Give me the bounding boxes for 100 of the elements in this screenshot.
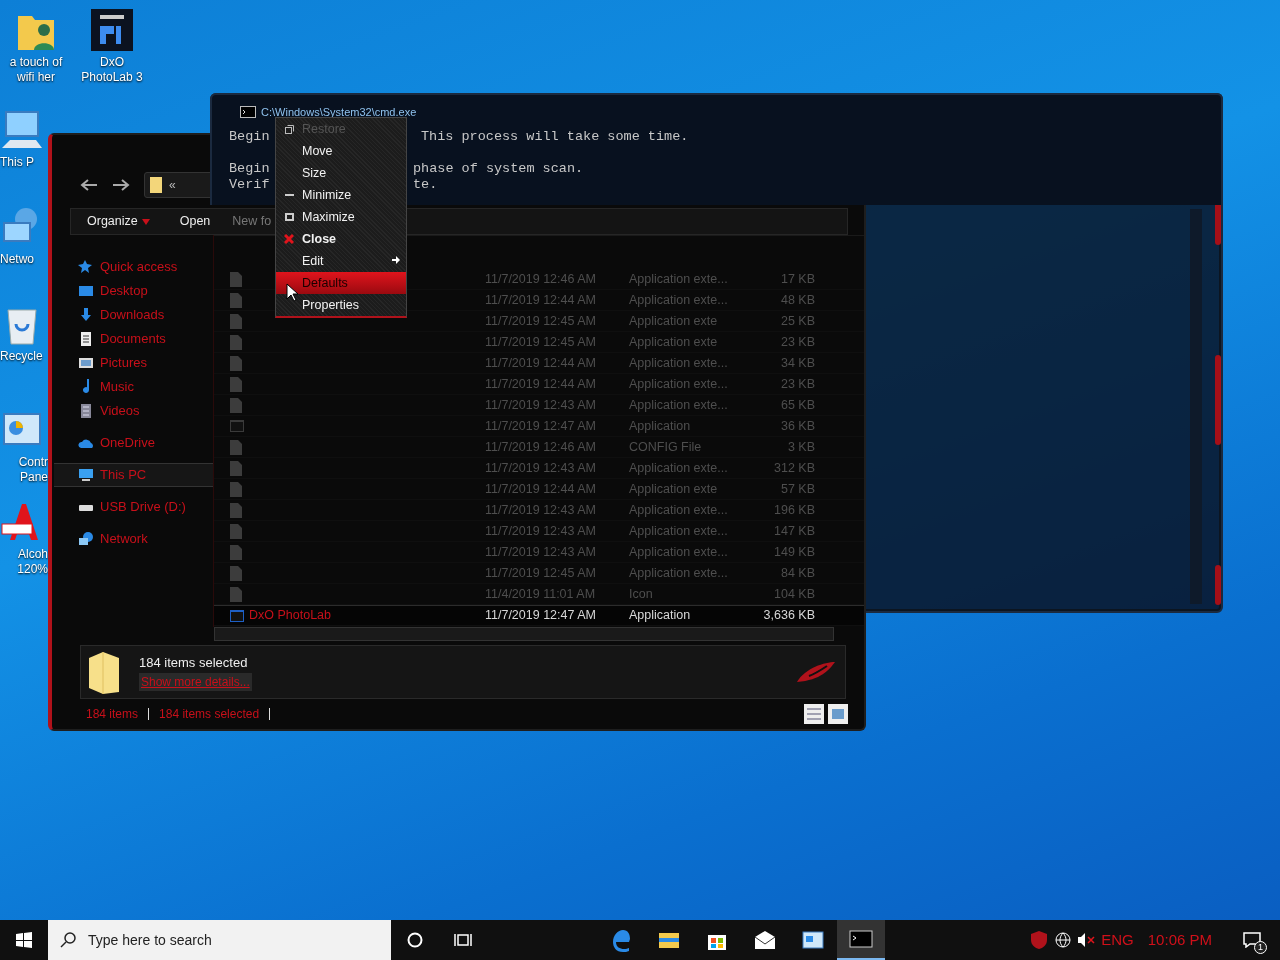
file-row[interactable]: 11/7/2019 12:45 AM Application exte... 84 KB xyxy=(214,563,864,584)
clock[interactable]: 10:06 PM xyxy=(1147,928,1212,952)
nav-item[interactable]: Music xyxy=(72,375,213,399)
file-size: 104 KB xyxy=(773,585,815,603)
file-row[interactable]: 11/7/2019 12:43 AM Application exte... 312 KB xyxy=(214,458,864,479)
menu-item[interactable]: Size xyxy=(276,162,406,184)
envelope-icon xyxy=(753,928,777,952)
icon-label: Contr Pane xyxy=(17,455,48,485)
date-modified: 11/4/2019 11:01 AM xyxy=(485,585,597,603)
circle-icon xyxy=(407,932,423,948)
shield-icon[interactable] xyxy=(1029,930,1050,950)
menu-item[interactable]: Close xyxy=(276,228,406,250)
music-note-icon xyxy=(82,379,90,395)
nav-item[interactable]: Quick access xyxy=(72,255,213,279)
thumbnail-view-icon[interactable] xyxy=(828,704,848,724)
file-type: Application exte... xyxy=(629,543,729,561)
file-row[interactable]: 11/7/2019 12:44 AM Application exte... 34 KB xyxy=(214,353,864,374)
nav-item[interactable]: Pictures xyxy=(72,351,213,375)
network-icon xyxy=(78,531,94,547)
file-type: Application xyxy=(629,417,692,435)
file-size: 23 KB xyxy=(779,375,815,393)
menu-item[interactable]: Minimize xyxy=(276,184,406,206)
menu-item[interactable]: Defaults xyxy=(276,272,406,294)
file-size: 196 KB xyxy=(773,501,815,519)
file-row[interactable]: 11/7/2019 12:44 AM Application exte 57 KB xyxy=(214,479,864,500)
date-modified: 11/7/2019 12:43 AM xyxy=(485,501,597,519)
file-size: 34 KB xyxy=(779,354,815,372)
file-type: Application exte... xyxy=(629,396,729,414)
console-text: Verif xyxy=(229,177,270,192)
terminal-icon xyxy=(240,106,256,118)
menu-item[interactable]: Edit xyxy=(276,250,406,272)
desktop-icon xyxy=(78,283,94,299)
document-icon xyxy=(78,331,94,347)
nav-item[interactable]: Desktop xyxy=(72,279,213,303)
app-icon xyxy=(230,608,244,623)
taskbar-app[interactable] xyxy=(837,920,885,960)
nav-item[interactable]: Documents xyxy=(72,327,213,351)
globe-icon[interactable] xyxy=(1055,932,1072,948)
task-view-icon xyxy=(454,932,472,948)
status-text: 184 items xyxy=(86,706,139,723)
file-row[interactable]: 11/7/2019 12:45 AM Application exte 23 KB xyxy=(214,332,864,353)
file-row[interactable]: 11/7/2019 12:43 AM Application exte... 149 KB xyxy=(214,542,864,563)
file-icon xyxy=(230,334,242,350)
date-modified: 11/7/2019 12:46 AM xyxy=(485,270,597,288)
file-type: Application exte xyxy=(629,333,719,351)
file-icon xyxy=(230,271,242,287)
star-icon xyxy=(78,259,94,275)
menu-item[interactable]: Maximize xyxy=(276,206,406,228)
file-size: 23 KB xyxy=(779,333,815,351)
file-row[interactable]: 11/7/2019 12:46 AM CONFIG File 3 KB xyxy=(214,437,864,458)
scroll-bar[interactable] xyxy=(1190,209,1202,604)
app-tile-icon[interactable] xyxy=(90,8,134,52)
notification-button[interactable]: 1 xyxy=(1234,920,1270,960)
file-row[interactable]: 11/7/2019 12:43 AM Application exte... 65 KB xyxy=(214,395,864,416)
file-icon xyxy=(230,544,242,560)
file-type: Application exte... xyxy=(629,354,729,372)
file-icon xyxy=(230,376,242,392)
toolbar-button[interactable]: Organize xyxy=(71,212,164,231)
file-row[interactable]: 11/7/2019 12:43 AM Application exte... 147 KB xyxy=(214,521,864,542)
file-row[interactable]: 11/7/2019 12:43 AM Application exte... 196 KB xyxy=(214,500,864,521)
file-type: Application exte... xyxy=(629,564,729,582)
close-icon xyxy=(284,234,294,244)
nav-item[interactable]: This PC xyxy=(54,463,213,487)
date-modified: 11/7/2019 12:45 AM xyxy=(485,333,597,351)
file-type: CONFIG File xyxy=(629,438,703,456)
nav-item[interactable]: OneDrive xyxy=(72,431,213,455)
maximize-icon xyxy=(284,213,294,221)
date-modified: 11/7/2019 12:46 AM xyxy=(485,438,597,456)
nav-item[interactable]: USB Drive (D:) xyxy=(72,495,213,519)
speaker-muted-icon[interactable] xyxy=(1077,932,1096,948)
terminal-icon xyxy=(849,927,873,951)
file-row[interactable]: DxO PhotoLab 11/7/2019 12:47 AM Application 3,636 KB xyxy=(214,605,864,626)
toolbar-button[interactable]: Open xyxy=(163,212,225,231)
file-size: 312 KB xyxy=(773,459,815,477)
file-row[interactable]: 11/7/2019 12:47 AM Application 36 KB xyxy=(214,416,864,437)
nav-item[interactable]: Network xyxy=(72,527,213,551)
icon-label: DxO PhotoLab 3 xyxy=(80,55,144,85)
menu-item[interactable]: Move xyxy=(276,140,406,162)
date-modified: 11/7/2019 12:47 AM xyxy=(485,607,597,625)
breadcrumb-chevron[interactable]: « xyxy=(169,175,176,194)
forward-arrow-icon[interactable] xyxy=(112,177,130,192)
window-icon xyxy=(801,928,825,952)
file-type: Application exte... xyxy=(629,522,729,540)
file-icon xyxy=(230,460,242,476)
file-type: Icon xyxy=(629,585,654,603)
back-arrow-icon[interactable] xyxy=(80,177,98,192)
nav-item[interactable]: Downloads xyxy=(72,303,213,327)
horizontal-scroll-bar[interactable] xyxy=(214,627,834,641)
file-row[interactable]: 11/7/2019 12:44 AM Application exte... 23 KB xyxy=(214,374,864,395)
console-text: te. xyxy=(413,177,438,192)
date-modified: 11/7/2019 12:45 AM xyxy=(485,312,597,330)
submenu-arrow-icon xyxy=(392,256,400,264)
icon-label: Recycle xyxy=(0,349,43,364)
nav-item[interactable]: Videos xyxy=(72,399,213,423)
language-indicator[interactable]: ENG xyxy=(1101,928,1134,952)
show-details-link[interactable]: Show more details... xyxy=(139,672,252,691)
details-title: 184 items selected xyxy=(139,654,249,673)
date-modified: 11/7/2019 12:47 AM xyxy=(485,417,597,435)
download-arrow-icon xyxy=(78,307,94,323)
search-field[interactable]: Type here to search xyxy=(48,920,391,960)
